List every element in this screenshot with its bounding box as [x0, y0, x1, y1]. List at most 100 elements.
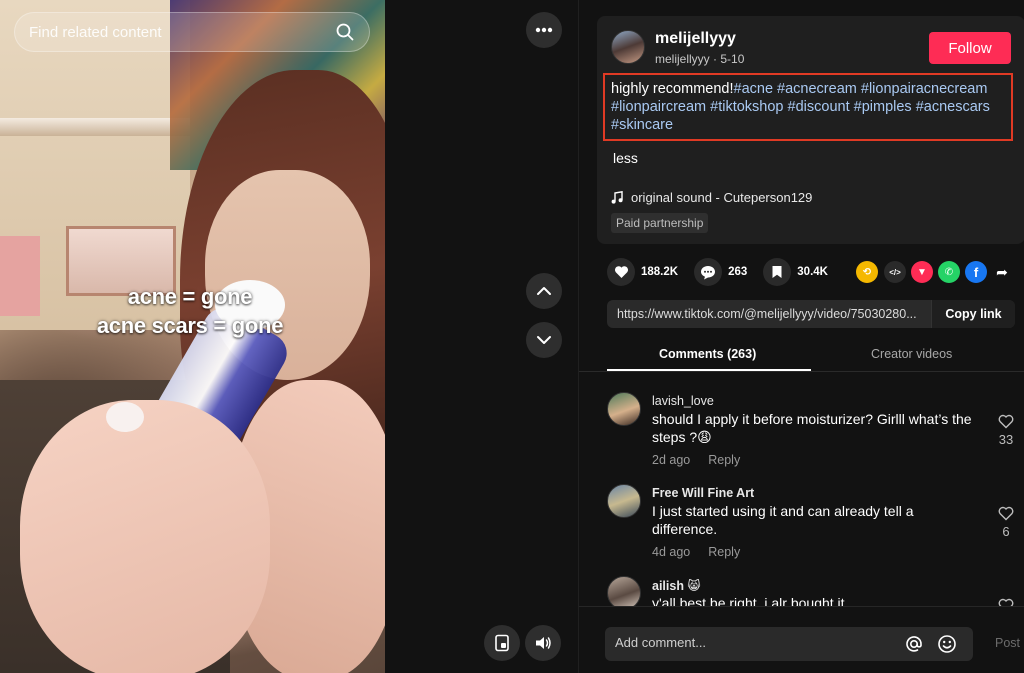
video-player[interactable]: acne = gone acne scars = gone: [0, 0, 385, 673]
comment-text: should I apply it before moisturizer? Gi…: [652, 411, 972, 445]
hashtag-link[interactable]: #discount: [788, 99, 850, 115]
hashtag-link[interactable]: #acnescars: [916, 99, 990, 115]
related-search-input[interactable]: [29, 23, 335, 41]
volume-icon: [536, 637, 551, 649]
comment-input-box[interactable]: [605, 627, 973, 661]
video-hand-left: [20, 400, 270, 673]
comment-count: 263: [728, 266, 748, 278]
bookmark-icon: [772, 266, 782, 278]
author-handle[interactable]: melijellyyy: [655, 52, 710, 66]
commenter-name[interactable]: ailish 😸: [652, 578, 700, 593]
post-comment-button[interactable]: Post: [995, 636, 1020, 650]
video-background-molding: [0, 118, 190, 136]
more-options-button[interactable]: [526, 12, 562, 48]
embed-icon[interactable]: </>: [884, 261, 906, 283]
video-info-card: melijellyyy melijellyyy · 5-10 Follow hi…: [597, 16, 1024, 244]
comment-item: Free Will Fine Art I just started using …: [607, 484, 1024, 564]
comment-item: ailish 😸 y'all best be right. i alr boug…: [607, 576, 1024, 606]
comment-button[interactable]: 263: [694, 258, 747, 286]
hashtag-link[interactable]: #skincare: [611, 117, 673, 133]
video-description: highly recommend!#acne #acnecream #lionp…: [603, 73, 1013, 141]
heart-icon: [614, 266, 628, 278]
emoji-icon[interactable]: [937, 634, 957, 654]
commenter-name[interactable]: Free Will Fine Art: [652, 486, 754, 500]
comment-text: I just started using it and can already …: [652, 503, 914, 537]
repost-icon[interactable]: ⟲: [856, 261, 878, 283]
comment-like-count: 33: [998, 432, 1014, 447]
hashtag-link[interactable]: #tiktokshop: [710, 99, 783, 115]
video-caption-line-1: acne = gone: [127, 284, 253, 309]
meta-separator: ·: [709, 52, 721, 66]
description-text: highly recommend!: [611, 81, 734, 97]
comment-time: 4d ago: [652, 545, 691, 559]
video-fingernail: [106, 402, 144, 432]
comment-bar: Post: [579, 606, 1024, 673]
comment-time: 2d ago: [652, 453, 691, 467]
save-count: 30.4K: [797, 266, 828, 278]
hashtag-link[interactable]: #lionpaircream: [611, 99, 706, 115]
comment-text: y'all best be right. i alr bought it: [652, 595, 845, 606]
like-count: 188.2K: [641, 266, 679, 278]
comment-meta: 4d ago Reply: [652, 545, 740, 559]
chevron-up-icon: [537, 287, 551, 295]
hashtag-link[interactable]: #pimples: [854, 99, 912, 115]
paid-partnership-badge: Paid partnership: [611, 213, 709, 233]
comment-input[interactable]: [615, 635, 885, 650]
tab-comments[interactable]: Comments (263): [659, 347, 756, 361]
like-button[interactable]: 188.2K: [607, 258, 678, 286]
author-meta: melijellyyy · 5-10: [655, 52, 744, 66]
details-panel: melijellyyy melijellyyy · 5-10 Follow hi…: [578, 0, 1024, 673]
author-name[interactable]: melijellyyy: [655, 30, 736, 48]
share-link-row: https://www.tiktok.com/@melijellyyy/vide…: [607, 300, 1015, 328]
previous-video-button[interactable]: [526, 273, 562, 309]
copy-link-button[interactable]: Copy link: [931, 300, 1015, 328]
related-search[interactable]: [14, 12, 370, 52]
comment-icon: [701, 265, 716, 279]
save-button[interactable]: 30.4K: [763, 258, 828, 286]
commenter-avatar[interactable]: [607, 392, 641, 426]
chevron-down-icon: [537, 336, 551, 344]
mention-icon[interactable]: [905, 635, 923, 653]
heart-outline-icon: [998, 598, 1014, 606]
post-date: 5-10: [720, 52, 745, 66]
share-arrow-icon[interactable]: ➦: [991, 261, 1013, 283]
author-avatar[interactable]: [611, 30, 645, 64]
collapse-description-button[interactable]: less: [613, 150, 638, 166]
video-url[interactable]: https://www.tiktok.com/@melijellyyy/vide…: [617, 307, 929, 321]
hashtag-link[interactable]: #acnecream: [777, 81, 857, 97]
reply-button[interactable]: Reply: [708, 545, 740, 559]
hashtag-link[interactable]: #acne: [734, 81, 774, 97]
comment-like-button[interactable]: 33: [993, 414, 1019, 447]
commenter-name[interactable]: lavish_love: [652, 394, 714, 408]
sound-link[interactable]: original sound - Cuteperson129: [611, 190, 812, 205]
follow-button[interactable]: Follow: [929, 32, 1011, 64]
video-caption-line-2: acne scars = gone: [96, 313, 284, 338]
active-tab-indicator: [607, 369, 811, 371]
comment-meta: 2d ago Reply: [652, 453, 740, 467]
send-icon[interactable]: ▼: [911, 261, 933, 283]
comment-item: lavish_love should I apply it before moi…: [607, 392, 1024, 472]
music-note-icon: [611, 191, 623, 204]
floating-player-icon: [495, 634, 509, 652]
hashtag-link[interactable]: #lionpairacnecream: [861, 81, 988, 97]
search-icon[interactable]: [335, 22, 355, 42]
heart-outline-icon: [998, 414, 1014, 429]
commenter-avatar[interactable]: [607, 576, 641, 606]
heart-outline-icon: [998, 506, 1014, 521]
engagement-actions: 188.2K 263 30.4K: [607, 258, 844, 286]
comment-like-button[interactable]: 6: [993, 506, 1019, 539]
comment-like-count: 6: [1002, 524, 1010, 539]
facebook-icon[interactable]: f: [965, 261, 987, 283]
reply-button[interactable]: Reply: [708, 453, 740, 467]
commenter-avatar[interactable]: [607, 484, 641, 518]
whatsapp-icon[interactable]: ✆: [938, 261, 960, 283]
floating-player-button[interactable]: [484, 625, 520, 661]
next-video-button[interactable]: [526, 322, 562, 358]
comment-like-button[interactable]: [993, 598, 1019, 606]
volume-button[interactable]: [525, 625, 561, 661]
sound-label: original sound - Cuteperson129: [631, 190, 813, 205]
tab-creator-videos[interactable]: Creator videos: [871, 347, 952, 361]
more-icon: [535, 27, 553, 33]
video-background-curtain: [0, 236, 40, 316]
comment-tabs: Comments (263) Creator videos: [579, 340, 1024, 372]
